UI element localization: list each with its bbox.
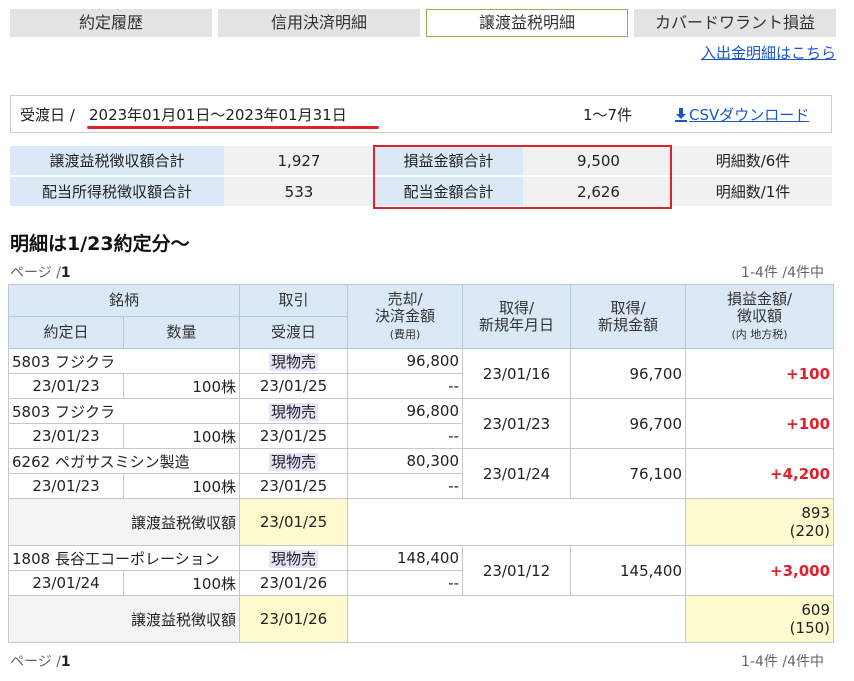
tab-bar: 約定履歴 信用決済明細 譲渡益税明細 カバードワラント損益 [10,9,836,37]
header-row: 銘柄 取引 売却/決済金額 (費用) 取得/新規年月日 取得/新規金額 損益金額/… [7,284,835,349]
tax-spacer [347,498,687,546]
acq-amount: 96,700 [570,398,687,449]
transfer-tax-total-value: 1,927 [224,146,374,177]
detail-heading: 明細は1/23約定分～ [10,233,190,255]
tax-label: 譲渡益税徴収額 [7,595,241,643]
tax-row: 譲渡益税徴収額 23/01/26 609 (150) [7,595,835,643]
dividend-total-label: 配当金額合計 [374,177,523,208]
stock-name: 5803 フジクラ [7,398,241,424]
tax-row: 譲渡益税徴収額 23/01/25 893 (220) [7,498,835,546]
pl-amount: +3,000 [685,545,835,596]
stock-name: 6262 ペガサスミシン製造 [7,448,241,474]
sale-amount: 80,300 [347,448,464,474]
csv-download-link[interactable]: CSVダウンロード [675,104,809,125]
col-acq-date: 取得/新規年月日 [462,284,572,349]
pager-range-bottom: 1-4件 /4件中 [741,654,824,670]
tab-capital-gains-tax[interactable]: 譲渡益税明細 [426,9,628,37]
trade-date: 23/01/23 [8,473,124,499]
pager-top: ページ /1 [10,265,71,281]
acq-amount: 76,100 [570,448,687,499]
quantity: 100株 [122,473,241,499]
acq-amount: 96,700 [570,348,687,399]
dividend-detail-count: 明細数/1件 [674,177,832,208]
dividend-tax-total-label: 配当所得税徴収額合計 [10,177,224,208]
result-count: 1～7件 [583,106,633,124]
tax-amount: 893 (220) [685,498,835,546]
acq-amount: 145,400 [570,545,687,596]
pl-total-label: 損益金額合計 [374,146,523,177]
acq-date: 23/01/12 [462,545,572,596]
date-range-bar: 受渡日 / 2023年01月01日～2023年01月31日 1～7件 CSVダウ… [10,95,832,133]
col-trade-date: 約定日 [8,316,124,349]
pl-total-value: 9,500 [523,146,674,177]
table-row: 1808 長谷工コーポレーション 現物売 148,400 23/01/12 14… [7,545,835,596]
date-range-value: 2023年01月01日～2023年01月31日 [89,106,347,124]
date-range-underline [87,126,379,129]
tax-amount: 609 (150) [685,595,835,643]
pl-amount: +100 [685,348,835,399]
deposit-withdrawal-link[interactable]: 入出金明細はこちら [701,42,836,63]
col-acq-amount: 取得/新規金額 [570,284,687,349]
tab-trade-history[interactable]: 約定履歴 [10,9,212,37]
transfer-tax-total-label: 譲渡益税徴収額合計 [10,146,224,177]
pager-bottom: ページ /1 [10,654,71,670]
trade-kind: 現物売 [239,348,349,374]
pl-amount: +4,200 [685,448,835,499]
table-row: 5803 フジクラ 現物売 96,800 23/01/23 96,700 +10… [7,398,835,449]
settle-date: 23/01/25 [239,423,349,449]
cost: -- [347,373,464,399]
tab-covered-warrant-pl[interactable]: カバードワラント損益 [634,9,836,37]
trade-kind: 現物売 [239,448,349,474]
table-row: 5803 フジクラ 現物売 96,800 23/01/16 96,700 +10… [7,348,835,399]
col-pl: 損益金額/徴収額 (内 地方税) [685,284,835,349]
pl-amount: +100 [685,398,835,449]
trade-date: 23/01/23 [8,373,124,399]
tax-date: 23/01/25 [239,498,349,546]
sale-amount: 148,400 [347,545,464,571]
dividend-total-value: 2,626 [523,177,674,208]
cost: -- [347,423,464,449]
settle-date: 23/01/25 [239,473,349,499]
detail-table: 銘柄 取引 売却/決済金額 (費用) 取得/新規年月日 取得/新規金額 損益金額/… [7,284,835,643]
summary-row: 配当所得税徴収額合計 533 配当金額合計 2,626 明細数/1件 [10,177,832,208]
sale-amount: 96,800 [347,348,464,374]
quantity: 100株 [122,423,241,449]
settle-date: 23/01/26 [239,570,349,596]
table-row: 6262 ペガサスミシン製造 現物売 80,300 23/01/24 76,10… [7,448,835,499]
download-icon [675,108,687,122]
trade-date: 23/01/24 [8,570,124,596]
col-settle-date: 受渡日 [239,316,349,349]
summary-row: 譲渡益税徴収額合計 1,927 損益金額合計 9,500 明細数/6件 [10,146,832,177]
trade-date: 23/01/23 [8,423,124,449]
acq-date: 23/01/23 [462,398,572,449]
stock-name: 5803 フジクラ [7,348,241,374]
detail-count: 明細数/6件 [674,146,832,177]
tax-date: 23/01/26 [239,595,349,643]
cost: -- [347,473,464,499]
dividend-tax-total-value: 533 [224,177,374,208]
sale-amount: 96,800 [347,398,464,424]
tax-spacer [347,595,687,643]
cost: -- [347,570,464,596]
settlement-date-label: 受渡日 / [20,106,75,124]
trade-kind: 現物売 [239,398,349,424]
acq-date: 23/01/16 [462,348,572,399]
pager-range-top: 1-4件 /4件中 [741,265,824,281]
acq-date: 23/01/24 [462,448,572,499]
stock-name: 1808 長谷工コーポレーション [7,545,241,571]
col-stock: 銘柄 [7,284,241,317]
quantity: 100株 [122,570,241,596]
col-quantity: 数量 [122,316,241,349]
quantity: 100株 [122,373,241,399]
col-trade: 取引 [239,284,349,317]
trade-kind: 現物売 [239,545,349,571]
tax-label: 譲渡益税徴収額 [7,498,241,546]
col-sale-amount: 売却/決済金額 (費用) [347,284,464,349]
settle-date: 23/01/25 [239,373,349,399]
tab-margin-settlement[interactable]: 信用決済明細 [218,9,420,37]
summary-table: 譲渡益税徴収額合計 1,927 損益金額合計 9,500 明細数/6件 配当所得… [10,146,832,208]
